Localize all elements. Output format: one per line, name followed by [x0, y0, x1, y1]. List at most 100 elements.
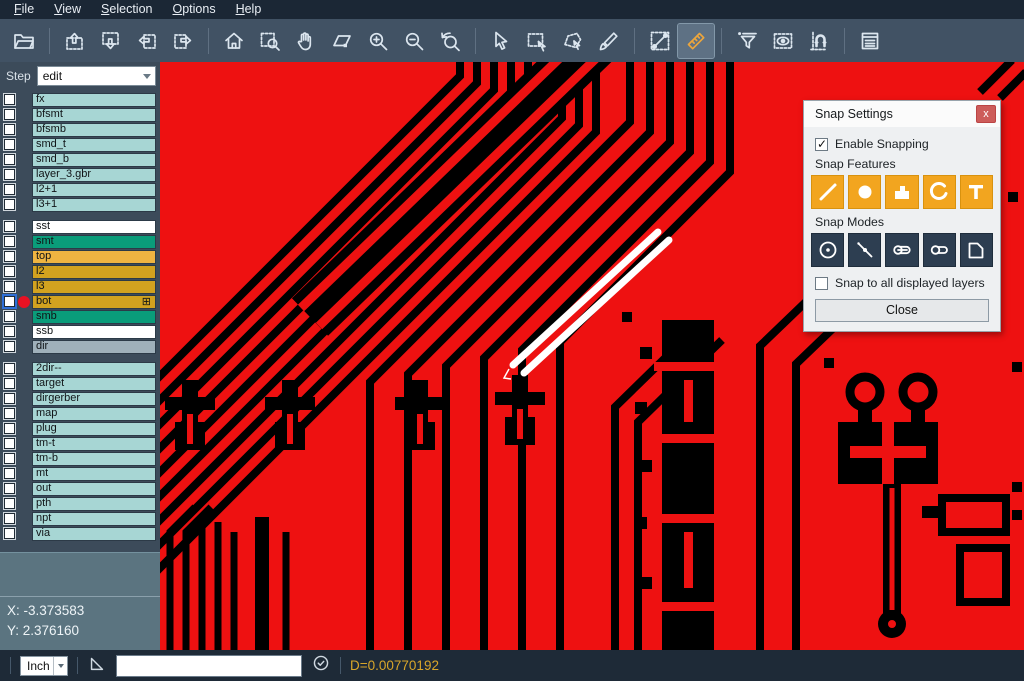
unit-select[interactable]: Inch	[20, 656, 68, 676]
layer-name[interactable]: smt	[32, 235, 156, 249]
measure-line-icon[interactable]	[642, 24, 678, 58]
layer-checkbox[interactable]	[4, 139, 15, 150]
layer-checkbox[interactable]	[4, 94, 15, 105]
layer-row-tm-b[interactable]: tm-b	[0, 451, 160, 466]
shift-right-icon[interactable]	[165, 24, 201, 58]
layer-checkbox[interactable]	[4, 251, 15, 262]
layer-row-via[interactable]: via	[0, 526, 160, 541]
layer-checkbox[interactable]	[4, 468, 15, 479]
layer-checkbox[interactable]	[4, 438, 15, 449]
layer-row-sst[interactable]: sst	[0, 219, 160, 234]
center-icon[interactable]	[811, 233, 844, 267]
layer-row-bfsmt[interactable]: bfsmt	[0, 107, 160, 122]
layer-row-bot[interactable]: bot⊞	[0, 294, 160, 309]
layer-row-pth[interactable]: pth	[0, 496, 160, 511]
ruler-icon[interactable]	[678, 24, 714, 58]
layer-name[interactable]: l3	[32, 280, 156, 294]
layer-checkbox[interactable]	[4, 311, 15, 322]
show-selection-icon[interactable]	[765, 24, 801, 58]
menu-item-selection[interactable]: Selection	[91, 1, 162, 18]
apply-icon[interactable]	[311, 653, 331, 678]
midpoint-icon[interactable]	[848, 233, 881, 267]
layer-checkbox[interactable]	[4, 378, 15, 389]
layer-checkbox[interactable]	[4, 326, 15, 337]
layer-name[interactable]: pth	[32, 497, 156, 511]
layer-row-map[interactable]: map	[0, 406, 160, 421]
slot-centerline-icon[interactable]	[885, 233, 918, 267]
slot-icon[interactable]	[923, 233, 956, 267]
layer-checkbox[interactable]	[4, 528, 15, 539]
layer-checkbox[interactable]	[4, 296, 15, 307]
filter-icon[interactable]	[729, 24, 765, 58]
layer-row-ssb[interactable]: ssb	[0, 324, 160, 339]
layer-checkbox[interactable]	[4, 423, 15, 434]
layer-checkbox[interactable]	[4, 154, 15, 165]
text-icon[interactable]	[960, 175, 993, 209]
arc-icon[interactable]	[923, 175, 956, 209]
layer-name[interactable]: tm-b	[32, 452, 156, 466]
layer-name[interactable]: bfsmb	[32, 123, 156, 137]
pad-icon[interactable]	[848, 175, 881, 209]
layer-checkbox[interactable]	[4, 341, 15, 352]
layer-checkbox[interactable]	[4, 393, 15, 404]
layer-name[interactable]: dir	[32, 340, 156, 354]
zoom-window-icon[interactable]	[252, 24, 288, 58]
grid-icon[interactable]: ⊞	[142, 296, 151, 308]
layer-checkbox[interactable]	[4, 236, 15, 247]
close-icon[interactable]: x	[976, 105, 996, 123]
layer-name[interactable]: mt	[32, 467, 156, 481]
layer-checkbox[interactable]	[4, 266, 15, 277]
angle-icon[interactable]	[87, 653, 107, 678]
shift-left-icon[interactable]	[129, 24, 165, 58]
dialog-titlebar[interactable]: Snap Settings x	[804, 101, 1000, 127]
layer-name[interactable]: fx	[32, 93, 156, 107]
layer-checkbox[interactable]	[4, 363, 15, 374]
select-cursor-icon[interactable]	[483, 24, 519, 58]
menu-item-file[interactable]: File	[4, 1, 44, 18]
layer-row-2dir--[interactable]: 2dir--	[0, 361, 160, 376]
pcb-canvas[interactable]: Snap Settings x Enable Snapping Snap Fea…	[160, 62, 1024, 650]
layer-name[interactable]: smb	[32, 310, 156, 324]
layer-name[interactable]: smd_t	[32, 138, 156, 152]
menu-item-help[interactable]: Help	[226, 1, 272, 18]
layer-row-dir[interactable]: dir	[0, 339, 160, 354]
select-rectangle-icon[interactable]	[519, 24, 555, 58]
layer-name[interactable]: ssb	[32, 325, 156, 339]
brush-icon[interactable]	[591, 24, 627, 58]
layer-row-npt[interactable]: npt	[0, 511, 160, 526]
layer-checkbox[interactable]	[4, 281, 15, 292]
layer-row-mt[interactable]: mt	[0, 466, 160, 481]
menu-item-options[interactable]: Options	[162, 1, 225, 18]
layer-name[interactable]: bfsmt	[32, 108, 156, 122]
layer-row-tm-t[interactable]: tm-t	[0, 436, 160, 451]
layer-row-smb[interactable]: smb	[0, 309, 160, 324]
surface-icon[interactable]	[885, 175, 918, 209]
zoom-out-icon[interactable]	[396, 24, 432, 58]
close-button[interactable]: Close	[815, 299, 989, 322]
layer-name[interactable]: tm-t	[32, 437, 156, 451]
layer-row-target[interactable]: target	[0, 376, 160, 391]
snap-magnet-icon[interactable]	[801, 24, 837, 58]
layer-row-top[interactable]: top	[0, 249, 160, 264]
layer-row-smt[interactable]: smt	[0, 234, 160, 249]
layer-name[interactable]: 2dir--	[32, 362, 156, 376]
layer-name[interactable]: plug	[32, 422, 156, 436]
line-icon[interactable]	[811, 175, 844, 209]
layer-checkbox[interactable]	[4, 184, 15, 195]
home-view-icon[interactable]	[216, 24, 252, 58]
layer-name[interactable]: layer_3.gbr	[32, 168, 156, 182]
layer-checkbox[interactable]	[4, 124, 15, 135]
layer-name[interactable]: map	[32, 407, 156, 421]
select-polygon-icon[interactable]	[555, 24, 591, 58]
layer-checkbox[interactable]	[4, 408, 15, 419]
enable-snapping-checkbox[interactable]	[815, 138, 828, 151]
layer-row-l2[interactable]: l2	[0, 264, 160, 279]
layer-row-l3[interactable]: l3	[0, 279, 160, 294]
layer-row-plug[interactable]: plug	[0, 421, 160, 436]
layer-row-smd_b[interactable]: smd_b	[0, 152, 160, 167]
layer-name[interactable]: target	[32, 377, 156, 391]
layer-row-l3+1[interactable]: l3+1	[0, 197, 160, 212]
menu-item-view[interactable]: View	[44, 1, 91, 18]
layer-checkbox[interactable]	[4, 221, 15, 232]
layer-row-layer_3.gbr[interactable]: layer_3.gbr	[0, 167, 160, 182]
